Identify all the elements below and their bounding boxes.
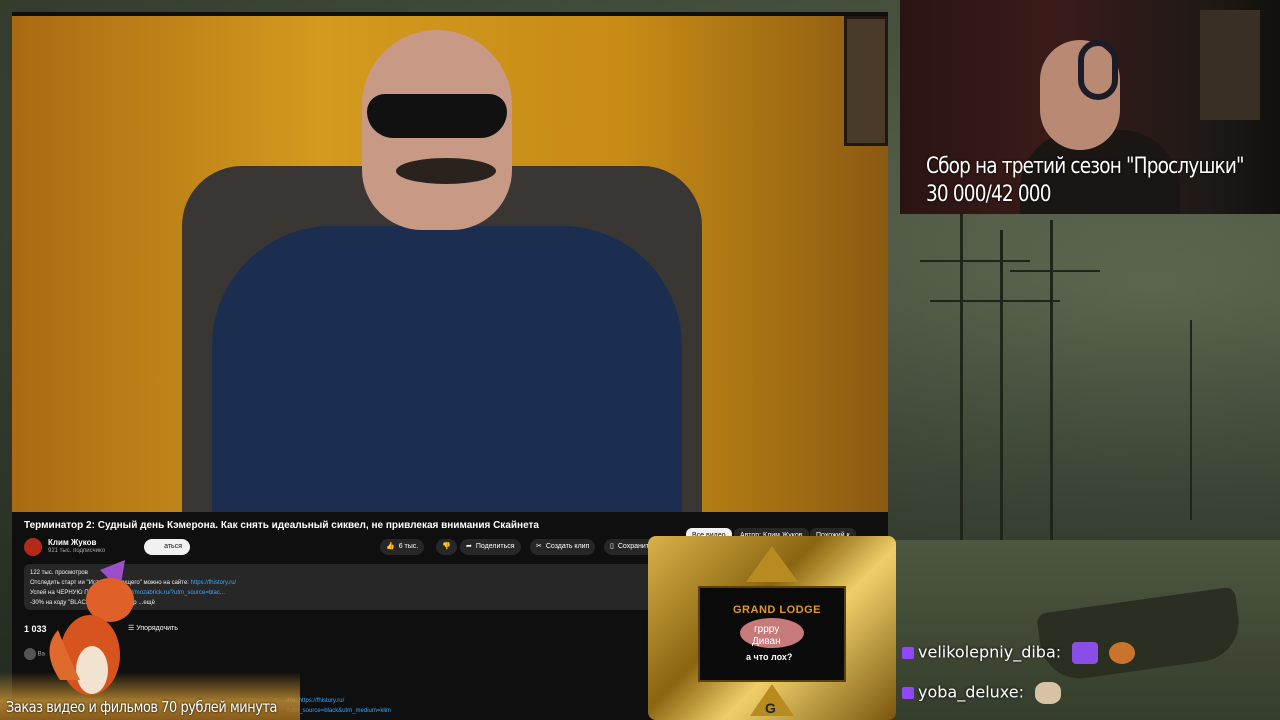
chat-username: yoba_deluxe:	[918, 682, 1025, 702]
wall-picture	[844, 16, 888, 146]
share-icon: ➦	[466, 543, 472, 550]
lodge-message-1: гррру	[754, 624, 780, 635]
like-button[interactable]: 👍 6 тыс.	[380, 539, 425, 555]
masonic-g-emblem: G	[765, 700, 776, 716]
moustache	[396, 158, 496, 184]
order-videos-banner: Заказ видео и фильмов 70 рублей минута	[6, 698, 277, 716]
bookshelf	[1200, 10, 1260, 120]
video-title: Терминатор 2: Судный день Кэмерона. Как …	[24, 520, 539, 531]
fundraise-title: Сбор на третий сезон "Прослушки"	[926, 154, 1245, 179]
presenter-body	[212, 226, 682, 512]
chat-message: yoba_deluxe:	[902, 682, 1062, 704]
scissors-icon: ✂	[536, 543, 542, 550]
subscribe-button[interactable]: аться	[144, 539, 190, 555]
fox-mascot-icon	[49, 560, 134, 695]
grand-lodge-title: GRAND LODGE	[733, 604, 821, 616]
purple-emote-icon	[1072, 642, 1099, 664]
channel-avatar[interactable]	[24, 538, 42, 556]
lodge-message-2: Диван	[752, 636, 781, 647]
share-label: Поделиться	[475, 543, 515, 550]
channel-name[interactable]: Клим Жуков	[48, 538, 96, 547]
chat-username: velikolepniy_diba:	[918, 642, 1062, 662]
dislike-button[interactable]: 👎	[436, 539, 457, 555]
thumbs-up-icon: 👍	[386, 543, 395, 550]
pyramid-eye-icon	[746, 546, 798, 582]
clip-button[interactable]: ✂ Создать клип	[530, 539, 596, 555]
cat-emote-icon	[1035, 682, 1062, 704]
bookmark-icon: ▯	[610, 543, 614, 550]
pineapple-pizza-emote-icon	[1109, 642, 1136, 664]
video-player[interactable]	[12, 16, 888, 512]
headphones	[1078, 40, 1118, 100]
share-button[interactable]: ➦ Поделиться	[460, 539, 521, 555]
fundraise-progress: 30 000/42 000	[926, 182, 1051, 207]
channel-subscribers: 921 тыс. подписчико	[48, 548, 106, 554]
sunglasses	[367, 94, 507, 138]
like-count: 6 тыс.	[398, 543, 419, 550]
twitch-badge-icon	[902, 647, 914, 659]
description-link-1[interactable]: https://fhistory.ru/	[191, 580, 237, 586]
clip-label: Создать клип	[545, 543, 590, 550]
user-avatar	[24, 648, 36, 660]
twitch-badge-icon	[902, 687, 914, 699]
chat-message: velikolepniy_diba:	[902, 642, 1136, 664]
lodge-message-3: а что лох?	[746, 652, 793, 662]
thumbs-down-icon: 👎	[442, 543, 451, 550]
